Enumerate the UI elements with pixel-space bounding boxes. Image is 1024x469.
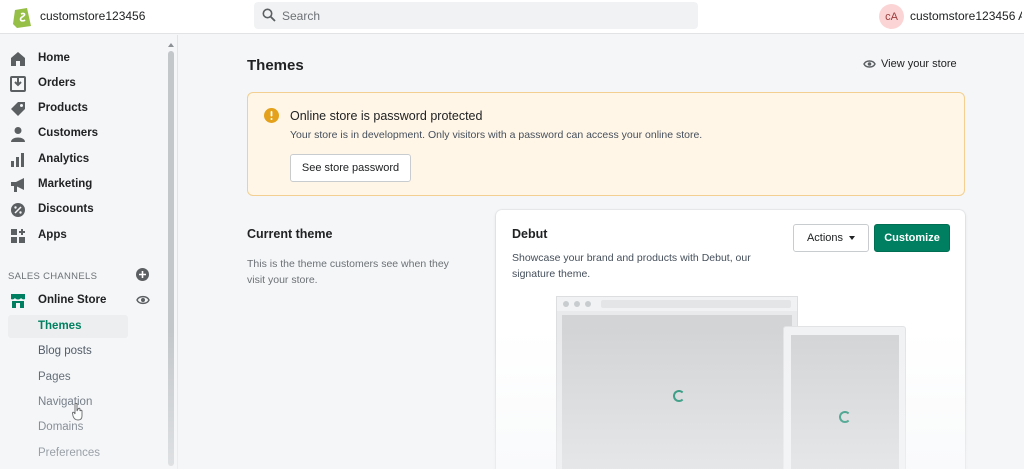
window-dot [585, 301, 591, 307]
apps-icon [11, 229, 25, 243]
sidebar-subitem-blog-posts[interactable]: Blog posts [8, 340, 128, 363]
sidebar-subitem-label: Domains [38, 421, 84, 433]
customize-button[interactable]: Customize [874, 224, 950, 252]
desktop-preview-screen [562, 315, 792, 469]
search-input[interactable] [282, 2, 682, 29]
scrollbar-thumb[interactable] [168, 51, 174, 466]
sidebar-item-customers[interactable]: Customers [0, 122, 160, 146]
home-icon [11, 52, 25, 66]
sidebar-item-orders[interactable]: Orders [0, 72, 160, 96]
sidebar-item-label: Home [38, 52, 70, 64]
search-bar[interactable] [254, 2, 698, 29]
sidebar-item-label: Orders [38, 77, 76, 89]
sidebar-subitem-label: Navigation [38, 396, 93, 408]
eye-icon[interactable] [136, 294, 150, 306]
store-name[interactable]: customstore123456 [40, 9, 145, 23]
window-dot [574, 301, 580, 307]
sidebar-subitem-label: Themes [38, 320, 82, 332]
avatar[interactable]: cA [879, 4, 904, 29]
sidebar-scrollbar[interactable] [166, 43, 176, 469]
mobile-preview [783, 326, 906, 469]
window-dot [563, 301, 569, 307]
theme-name: Debut [512, 227, 548, 241]
store-icon [11, 294, 25, 308]
sidebar-item-label: Apps [38, 229, 67, 241]
warning-icon [264, 108, 279, 123]
add-channel-plus-icon[interactable] [136, 268, 149, 281]
tag-icon [11, 102, 25, 116]
sidebar-subitem-label: Preferences [38, 447, 101, 459]
top-bar: customstore123456 cA customstore123456 A… [0, 0, 1024, 34]
loading-spinner-icon [839, 411, 851, 423]
shopify-logo-icon[interactable] [12, 5, 32, 28]
loading-spinner-icon [673, 390, 685, 402]
mouse-pointer-icon [72, 403, 83, 421]
banner-title: Online store is password protected [290, 109, 483, 123]
actions-label: Actions [806, 232, 844, 244]
view-store-label: View your store [881, 58, 957, 70]
sidebar-subitem-themes[interactable]: Themes [8, 315, 128, 338]
account-name[interactable]: customstore123456 Ad... [910, 9, 1022, 23]
sidebar-subitem-navigation[interactable]: Navigation [8, 391, 128, 414]
current-theme-description: This is the theme customers see when the… [247, 258, 449, 286]
sidebar-item-label: Analytics [38, 153, 90, 165]
url-bar [601, 300, 791, 308]
desktop-preview [556, 296, 798, 469]
sidebar-subitem-pages[interactable]: Pages [8, 366, 128, 389]
caret-down-icon [849, 236, 856, 240]
sidebar-item-products[interactable]: Products [0, 97, 160, 121]
scroll-up-arrow-icon[interactable] [168, 43, 174, 47]
sidebar-item-label: Marketing [38, 178, 93, 190]
sidebar: Home Orders Products Customers Analytics… [0, 35, 178, 469]
sidebar-item-home[interactable]: Home [0, 47, 160, 71]
sidebar-item-label: Discounts [38, 203, 94, 215]
person-icon [11, 127, 25, 142]
sidebar-subitem-domains[interactable]: Domains [8, 416, 128, 439]
browser-bar [557, 297, 797, 311]
theme-card: Debut Showcase your brand and products w… [496, 210, 965, 469]
sidebar-item-marketing[interactable]: Marketing [0, 173, 160, 197]
sales-channels-heading: SALES CHANNELS [8, 271, 98, 282]
sidebar-item-analytics[interactable]: Analytics [0, 148, 160, 172]
megaphone-icon [11, 178, 24, 192]
main-content: Themes View your store Online store is p… [179, 35, 1024, 469]
orders-icon [10, 76, 26, 92]
view-store-link[interactable]: View your store [863, 56, 957, 72]
discount-icon [11, 203, 25, 217]
sidebar-item-label: Customers [38, 127, 99, 139]
see-store-password-button[interactable]: See store password [290, 154, 411, 182]
actions-dropdown-button[interactable]: Actions [793, 224, 869, 252]
bar-chart-icon [11, 153, 24, 167]
sidebar-subitem-label: Blog posts [38, 345, 92, 357]
sidebar-subitem-preferences[interactable]: Preferences [8, 442, 128, 465]
sidebar-item-apps[interactable]: Apps [0, 224, 160, 248]
page-title: Themes [247, 57, 304, 74]
sidebar-item-discounts[interactable]: Discounts [0, 198, 160, 222]
sidebar-item-label: Products [38, 102, 88, 114]
password-warning-banner: Online store is password protected Your … [247, 92, 965, 196]
search-icon [262, 8, 276, 22]
sidebar-subitem-label: Pages [38, 371, 71, 383]
theme-description: Showcase your brand and products with De… [512, 252, 751, 280]
current-theme-heading: Current theme [247, 227, 333, 241]
eye-icon [863, 60, 876, 68]
mobile-preview-screen [791, 335, 899, 469]
banner-text: Your store is in development. Only visit… [290, 129, 703, 141]
sidebar-item-label: Online Store [38, 294, 107, 306]
